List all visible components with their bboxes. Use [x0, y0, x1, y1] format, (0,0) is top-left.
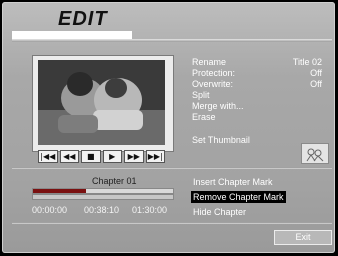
thumbnail-preview-icon: [302, 144, 328, 163]
menu-item-rename[interactable]: Rename Title 02: [192, 57, 332, 68]
protection-value: Off: [310, 68, 322, 78]
skip-forward-icon: ▶▶|: [147, 152, 163, 161]
rewind-icon: ◀◀: [63, 152, 76, 161]
chapter-progress-fill: [33, 189, 87, 193]
rename-label: Rename: [192, 57, 227, 67]
rewind-button[interactable]: ◀◀: [59, 150, 79, 163]
menu-item-protection[interactable]: Protection: Off: [192, 68, 332, 79]
exit-button[interactable]: Exit: [274, 230, 332, 245]
fast-forward-icon: ▶▶: [127, 152, 140, 161]
play-icon: ▶: [109, 152, 116, 161]
title-underline: [12, 31, 132, 39]
insert-chapter-mark-button[interactable]: Insert Chapter Mark: [191, 176, 275, 188]
stop-icon: ■: [86, 152, 95, 161]
play-button[interactable]: ▶: [102, 150, 122, 163]
thumbnail-icon[interactable]: [301, 143, 329, 164]
footer-divider: [12, 222, 332, 224]
time-total: 01:30:00: [132, 205, 168, 215]
skip-back-button[interactable]: |◀◀: [38, 150, 58, 163]
fast-forward-button[interactable]: ▶▶: [124, 150, 144, 163]
edit-menu: Rename Title 02 Protection: Off Overwrit…: [192, 57, 332, 146]
edit-panel: Edit |◀◀ ◀◀ ■ ▶ ▶▶ ▶▶|: [2, 2, 335, 253]
preview-photo-icon: [38, 60, 165, 145]
overwrite-label: Overwrite:: [192, 79, 234, 89]
hide-chapter-button[interactable]: Hide Chapter: [191, 206, 248, 218]
merge-label: Merge with...: [192, 101, 244, 111]
chapter-label: Chapter 01: [92, 176, 137, 186]
time-current: 00:00:00: [32, 205, 68, 215]
transport-controls: |◀◀ ◀◀ ■ ▶ ▶▶ ▶▶|: [38, 150, 165, 163]
menu-item-overwrite[interactable]: Overwrite: Off: [192, 79, 332, 90]
rename-value: Title 02: [292, 57, 322, 67]
menu-item-erase[interactable]: Erase: [192, 112, 332, 123]
section-divider: [12, 167, 332, 169]
split-label: Split: [192, 90, 210, 100]
remove-chapter-mark-button[interactable]: Remove Chapter Mark: [191, 191, 286, 203]
menu-item-split[interactable]: Split: [192, 90, 332, 101]
erase-label: Erase: [192, 112, 216, 122]
skip-forward-button[interactable]: ▶▶|: [145, 150, 165, 163]
video-preview-image: [38, 60, 165, 145]
time-marker: 00:38:10: [84, 205, 120, 215]
title-divider: [12, 39, 332, 42]
set-thumbnail-label: Set Thumbnail: [192, 135, 250, 145]
stop-button[interactable]: ■: [81, 150, 101, 163]
chapter-timeline-bar: [32, 194, 174, 200]
menu-item-merge[interactable]: Merge with...: [192, 101, 332, 112]
skip-back-icon: |◀◀: [40, 152, 56, 161]
protection-label: Protection:: [192, 68, 236, 78]
overwrite-value: Off: [310, 79, 322, 89]
